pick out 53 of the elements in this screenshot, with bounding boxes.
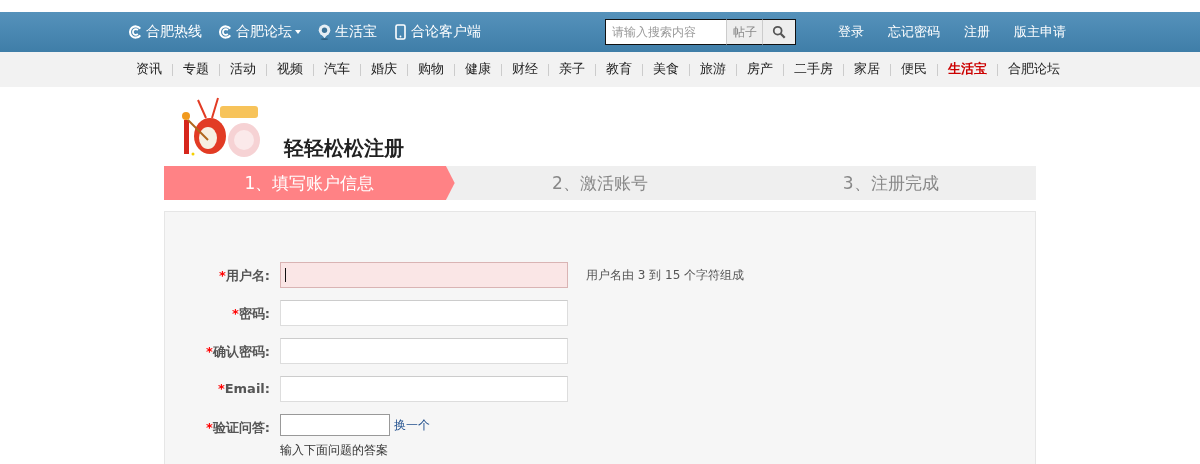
nav-link[interactable]: 房产 — [747, 61, 773, 78]
input-field[interactable] — [280, 300, 568, 326]
account-link[interactable]: 忘记密码 — [888, 23, 940, 41]
c-logo-icon — [218, 24, 233, 40]
site-link[interactable]: 合肥论坛 — [236, 23, 292, 41]
step-label: 3、注册完成 — [841, 171, 940, 195]
nav-link[interactable]: 健康 — [465, 61, 491, 78]
account-link[interactable]: 注册 — [964, 23, 990, 41]
nav-link[interactable]: 美食 — [653, 61, 679, 78]
nav-link[interactable]: 财经 — [512, 61, 538, 78]
pin-icon — [317, 24, 332, 40]
field-label: *用户名: — [218, 267, 270, 285]
answer-field[interactable] — [280, 414, 390, 436]
account-link[interactable]: 版主申请 — [1014, 23, 1066, 41]
nav-link[interactable]: 合肥论坛 — [1008, 61, 1060, 78]
nav-link[interactable]: 婚庆 — [371, 61, 397, 78]
step-label: 1、填写账户信息 — [164, 166, 455, 200]
nav-link[interactable]: 旅游 — [700, 61, 726, 78]
site-link[interactable]: 生活宝 — [335, 23, 377, 41]
field-note: 输入下面问题的答案 — [280, 442, 389, 459]
nav-link[interactable]: 亲子 — [559, 61, 585, 78]
site-link[interactable]: 合肥热线 — [146, 23, 202, 41]
text-cursor — [285, 268, 286, 282]
field-hint: 用户名由 3 到 15 个字符组成 — [586, 266, 745, 284]
c-logo-icon — [128, 24, 143, 40]
page-title: 轻轻松松注册 — [284, 135, 404, 162]
nav-link[interactable]: 教育 — [606, 61, 632, 78]
change-question-link[interactable]: 换一个 — [394, 416, 430, 434]
input-field[interactable] — [280, 376, 568, 402]
site-link[interactable]: 合论客户端 — [411, 23, 481, 41]
input-field[interactable] — [280, 262, 568, 288]
step-label: 2、激活账号 — [551, 171, 649, 195]
input-field[interactable] — [280, 338, 568, 364]
nav-link[interactable]: 资讯 — [136, 61, 162, 78]
field-label: *密码: — [231, 305, 270, 323]
field-label: *确认密码: — [205, 343, 270, 361]
nav-link[interactable]: 专题 — [183, 61, 209, 78]
search-button[interactable] — [762, 19, 796, 45]
nav-link[interactable]: 视频 — [277, 61, 303, 78]
search-field[interactable]: 请输入搜索内容 — [605, 19, 726, 45]
caret-icon[interactable] — [295, 30, 301, 34]
account-link[interactable]: 登录 — [838, 23, 864, 41]
search-icon — [772, 25, 786, 39]
nav-link[interactable]: 便民 — [901, 61, 927, 78]
nav-link[interactable]: 生活宝 — [948, 61, 987, 78]
nav-link[interactable]: 二手房 — [794, 61, 833, 78]
field-label: *验证问答: — [205, 419, 270, 437]
nav-link[interactable]: 家居 — [854, 61, 880, 78]
nav-link[interactable]: 汽车 — [324, 61, 350, 78]
field-label: *Email: — [216, 380, 270, 398]
nav-link[interactable]: 活动 — [230, 61, 256, 78]
phone-icon — [393, 24, 408, 40]
nav-link[interactable]: 购物 — [418, 61, 444, 78]
